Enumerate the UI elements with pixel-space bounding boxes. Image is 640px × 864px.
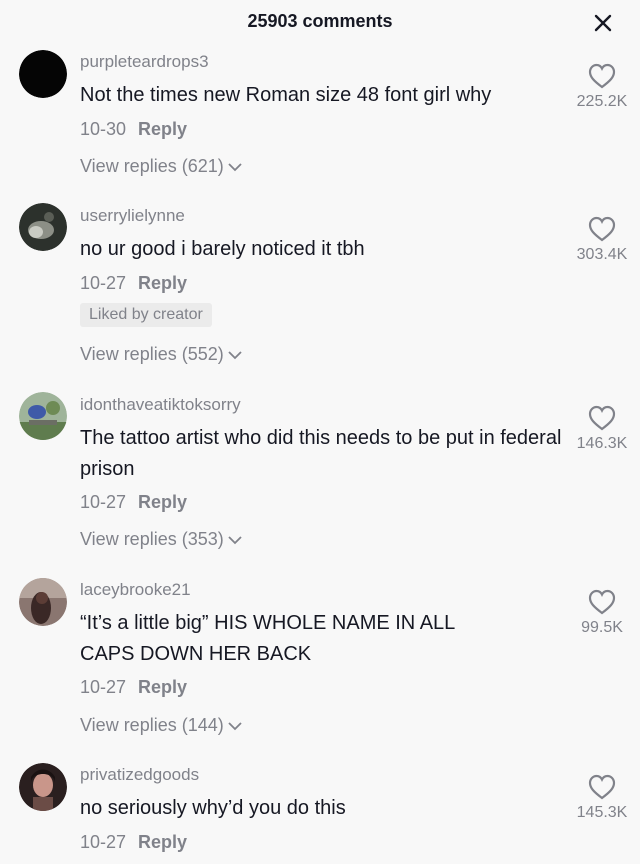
chevron-down-icon [228,722,242,731]
comment-text: “It’s a little big” HIS WHOLE NAME IN AL… [80,612,455,665]
comment-date: 10-27 [80,492,127,512]
view-replies-button[interactable]: View replies (353) [80,529,242,550]
avatar[interactable] [19,392,67,440]
view-replies-label: View replies (621) [80,156,224,176]
reply-button[interactable]: Reply [138,119,187,139]
heart-icon[interactable] [587,215,617,243]
comment-username[interactable]: privatizedgoods [80,765,199,785]
comment-item: idonthaveatiktoksorry The tattoo artist … [0,392,640,562]
like-area: 146.3K [562,404,640,453]
like-count: 99.5K [581,619,623,636]
avatar[interactable] [19,578,67,626]
like-count: 145.3K [576,804,628,821]
heart-icon[interactable] [587,588,617,616]
comments-header: 25903 comments [0,0,640,44]
view-replies-button[interactable]: View replies (144) [80,715,242,736]
comment-username[interactable]: idonthaveatiktoksorry [80,395,241,415]
comment-item: laceybrooke21 “It’s a little big” HIS WH… [0,578,640,748]
comment-text: no seriously why’d you do this [80,797,346,819]
chevron-down-icon [228,163,242,172]
reply-button[interactable]: Reply [138,492,187,512]
like-count: 225.2K [576,93,628,110]
comment-username[interactable]: userrylielynne [80,206,185,226]
comment-meta: 10-27 Reply [80,492,187,513]
chevron-down-icon [228,536,242,545]
like-area: 225.2K [562,62,640,111]
reply-button[interactable]: Reply [138,273,187,293]
view-replies-button[interactable]: View replies (552) [80,344,242,365]
comment-date: 10-27 [80,677,127,697]
like-area: 303.4K [562,215,640,264]
comment-text: no ur good i barely noticed it tbh [80,238,365,260]
comment-meta: 10-27 Reply [80,832,187,853]
comment-item: userrylielynne no ur good i barely notic… [0,203,640,373]
comment-date: 10-27 [80,273,127,293]
avatar[interactable] [19,203,67,251]
comment-meta: 10-30 Reply [80,119,187,140]
heart-icon[interactable] [587,404,617,432]
chevron-down-icon [228,351,242,360]
view-replies-label: View replies (552) [80,344,224,364]
view-replies-label: View replies (144) [80,715,224,735]
close-icon [594,14,612,32]
comment-username[interactable]: purpleteardrops3 [80,52,209,72]
heart-icon[interactable] [587,62,617,90]
like-area: 145.3K [562,773,640,822]
comment-item: privatizedgoods no seriously why’d you d… [0,763,640,864]
like-area: 99.5K [562,588,640,637]
reply-button[interactable]: Reply [138,832,187,852]
comment-username[interactable]: laceybrooke21 [80,580,191,600]
comment-text: Not the times new Roman size 48 font gir… [80,84,492,106]
view-replies-button[interactable]: View replies (621) [80,156,242,177]
reply-button[interactable]: Reply [138,677,187,697]
comments-count-title: 25903 comments [247,11,393,31]
like-count: 146.3K [576,435,628,452]
avatar[interactable] [19,50,67,98]
avatar[interactable] [19,763,67,811]
comment-item: purpleteardrops3 Not the times new Roman… [0,50,640,190]
comment-meta: 10-27 Reply [80,677,187,698]
comment-date: 10-27 [80,832,127,852]
heart-icon[interactable] [587,773,617,801]
like-count: 303.4K [576,246,628,263]
comment-date: 10-30 [80,119,127,139]
liked-by-creator-badge: Liked by creator [80,303,212,327]
view-replies-label: View replies (353) [80,529,224,549]
close-button[interactable] [588,8,618,38]
comment-text: The tattoo artist who did this needs to … [80,427,562,480]
comment-meta: 10-27 Reply [80,273,187,294]
